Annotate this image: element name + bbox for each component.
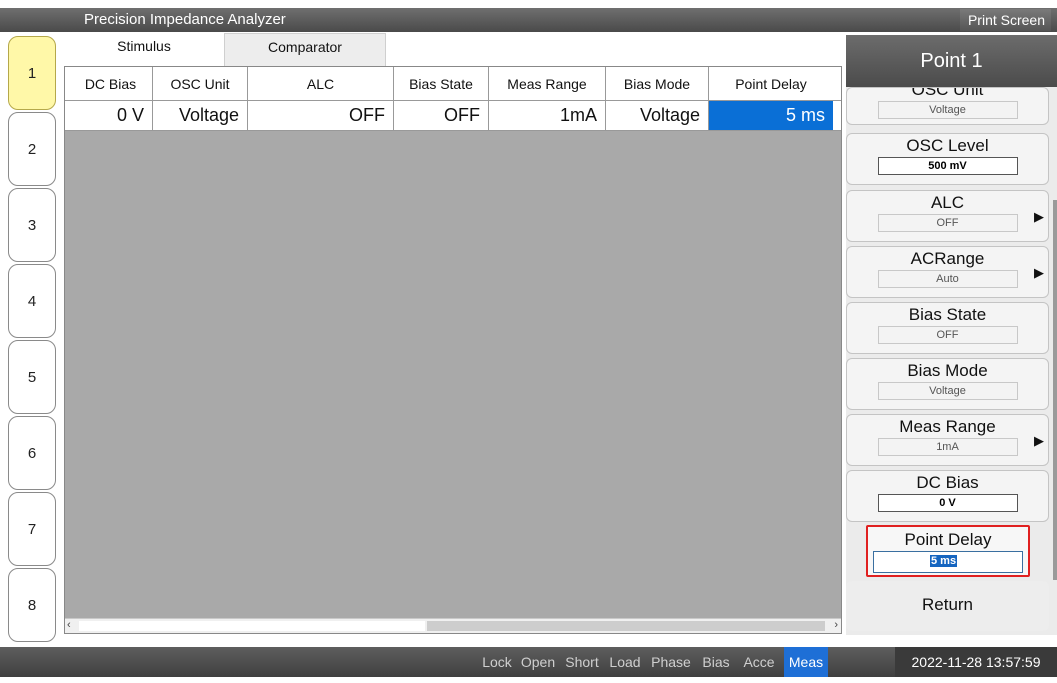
- cell-bias-state[interactable]: OFF: [394, 101, 489, 130]
- softkey-value: 1mA: [877, 438, 1018, 456]
- print-screen-button[interactable]: Print Screen: [959, 9, 1051, 31]
- softkey-label: Meas Range: [899, 417, 996, 436]
- point-delay-value: 5 ms: [930, 555, 958, 567]
- scroll-right-icon[interactable]: ›: [834, 619, 838, 631]
- softkey-label: DC Bias: [916, 473, 979, 492]
- status-lock[interactable]: Lock: [478, 647, 516, 677]
- submenu-arrow-icon: ▶: [1034, 209, 1044, 224]
- softkey-label: OSC Unit: [911, 87, 984, 99]
- cell-meas-range[interactable]: 1mA: [489, 101, 606, 130]
- datetime-display: 2022-11-28 13:57:59: [895, 647, 1057, 677]
- cell-point-delay[interactable]: 5 ms: [709, 101, 833, 130]
- submenu-arrow-icon: ▶: [1034, 265, 1044, 280]
- status-open[interactable]: Open: [516, 647, 560, 677]
- return-button[interactable]: Return: [846, 581, 1049, 631]
- softkey-value[interactable]: 0 V: [877, 494, 1018, 512]
- analyzer-screen: Precision Impedance Analyzer Print Scree…: [0, 0, 1057, 683]
- softkey-label: ACRange: [910, 249, 985, 268]
- table-row: 0 V Voltage OFF OFF 1mA Voltage 5 ms: [65, 101, 841, 131]
- column-header-bias-mode[interactable]: Bias Mode: [606, 67, 709, 101]
- softkey-bias-state[interactable]: Bias State OFF: [846, 302, 1049, 354]
- column-header-meas-range[interactable]: Meas Range: [489, 67, 606, 101]
- softkey-label: OSC Level: [906, 136, 989, 155]
- panel-title: Point 1: [846, 35, 1057, 87]
- status-phase[interactable]: Phase: [646, 647, 696, 677]
- panel-scrollbar[interactable]: [1053, 200, 1057, 580]
- tab-comparator[interactable]: Comparator: [224, 33, 386, 66]
- softkey-panel: Point 1 OSC Unit Voltage OSC Level 500 m…: [846, 35, 1057, 635]
- status-acce[interactable]: Acce: [736, 647, 782, 677]
- status-bias[interactable]: Bias: [696, 647, 736, 677]
- softkey-value: OFF: [877, 326, 1018, 344]
- softkey-label: Bias State: [908, 305, 987, 324]
- softkey-osc-unit[interactable]: OSC Unit Voltage: [846, 87, 1049, 125]
- scrollbar-left-region[interactable]: [79, 621, 425, 631]
- softkey-value: Auto: [877, 270, 1018, 288]
- softkey-osc-level[interactable]: OSC Level 500 mV: [846, 133, 1049, 185]
- column-header-dc-bias[interactable]: DC Bias: [69, 67, 153, 101]
- cell-dc-bias[interactable]: 0 V: [69, 101, 153, 130]
- softkey-label: ALC: [930, 193, 965, 212]
- cell-alc[interactable]: OFF: [248, 101, 394, 130]
- softkey-alc[interactable]: ALC OFF ▶: [846, 190, 1049, 242]
- app-title: Precision Impedance Analyzer: [84, 11, 286, 28]
- side-tab-1[interactable]: 1: [8, 36, 56, 110]
- stimulus-table: DC Bias OSC Unit ALC Bias State Meas Ran…: [64, 66, 842, 634]
- softkey-label: Bias Mode: [907, 361, 988, 380]
- title-bar: Precision Impedance Analyzer Print Scree…: [0, 8, 1057, 32]
- column-header-osc-unit[interactable]: OSC Unit: [153, 67, 248, 101]
- point-delay-input[interactable]: 5 ms: [873, 551, 1023, 573]
- side-tab-5[interactable]: 5: [8, 340, 56, 414]
- side-tab-6[interactable]: 6: [8, 416, 56, 490]
- softkey-meas-range[interactable]: Meas Range 1mA ▶: [846, 414, 1049, 466]
- column-header-alc[interactable]: ALC: [248, 67, 394, 101]
- softkey-value: OFF: [877, 214, 1018, 232]
- softkey-acrange[interactable]: ACRange Auto ▶: [846, 246, 1049, 298]
- horizontal-scrollbar[interactable]: ‹ ›: [65, 618, 841, 633]
- status-short[interactable]: Short: [560, 647, 604, 677]
- side-tab-8[interactable]: 8: [8, 568, 56, 642]
- column-header-point-delay[interactable]: Point Delay: [709, 67, 833, 101]
- side-tab-2[interactable]: 2: [8, 112, 56, 186]
- table-header: DC Bias OSC Unit ALC Bias State Meas Ran…: [65, 67, 841, 101]
- scroll-left-icon[interactable]: ‹: [67, 619, 71, 631]
- status-load[interactable]: Load: [604, 647, 646, 677]
- side-tab-4[interactable]: 4: [8, 264, 56, 338]
- cell-bias-mode[interactable]: Voltage: [606, 101, 709, 130]
- sub-tab-bar: Stimulus Comparator: [64, 33, 388, 66]
- side-tab-3[interactable]: 3: [8, 188, 56, 262]
- column-header-bias-state[interactable]: Bias State: [394, 67, 489, 101]
- softkey-point-delay[interactable]: Point Delay 5 ms: [866, 525, 1030, 577]
- softkey-bias-mode[interactable]: Bias Mode Voltage: [846, 358, 1049, 410]
- scrollbar-thumb[interactable]: [427, 621, 825, 631]
- return-label: Return: [921, 595, 974, 614]
- submenu-arrow-icon: ▶: [1034, 433, 1044, 448]
- softkey-value[interactable]: 500 mV: [877, 157, 1018, 175]
- status-meas[interactable]: Meas: [784, 647, 828, 677]
- cell-osc-unit[interactable]: Voltage: [153, 101, 248, 130]
- softkey-dc-bias[interactable]: DC Bias 0 V: [846, 470, 1049, 522]
- softkey-value: Voltage: [877, 101, 1018, 119]
- softkey-label: Point Delay: [904, 530, 992, 549]
- side-tab-7[interactable]: 7: [8, 492, 56, 566]
- status-bar: Lock Open Short Load Phase Bias Acce Mea…: [0, 647, 1057, 677]
- tab-stimulus[interactable]: Stimulus: [64, 33, 224, 66]
- softkey-value: Voltage: [877, 382, 1018, 400]
